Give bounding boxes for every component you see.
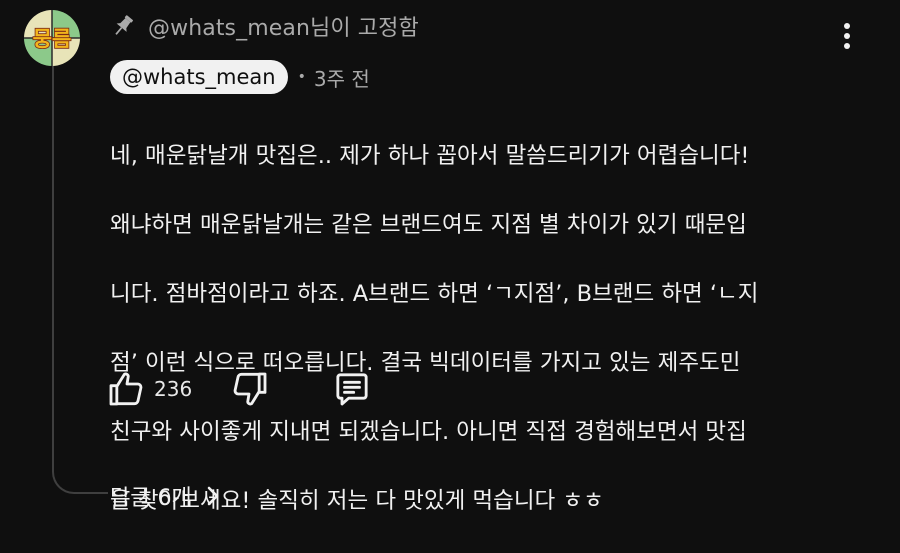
chevron-right-icon bbox=[207, 486, 219, 506]
pin-icon bbox=[115, 15, 133, 35]
avatar[interactable]: 뭉름 bbox=[24, 10, 80, 66]
comment-line: 왜냐하면 매운닭날개는 같은 브랜드여도 지점 별 차이가 있기 때문입 bbox=[110, 211, 747, 238]
dislike-button[interactable] bbox=[230, 369, 270, 409]
view-replies-button[interactable]: 답글 6개 bbox=[110, 476, 222, 516]
thumbs-up-icon bbox=[109, 372, 143, 406]
replies-count-label: 답글 6개 bbox=[110, 486, 192, 511]
like-button[interactable] bbox=[106, 369, 146, 409]
author-chip[interactable]: @whats_mean bbox=[110, 60, 288, 94]
pinned-indicator: @whats_mean님이 고정함 bbox=[110, 10, 419, 42]
comment-line: 네, 매운닭날개 맛집은.. 제가 하나 꼽아서 말씀드리기가 어렵습니다! bbox=[110, 142, 750, 169]
avatar-image: 뭉름 bbox=[24, 10, 80, 66]
like-count: 236 bbox=[154, 377, 193, 401]
reply-comment-icon bbox=[336, 373, 368, 406]
comment-line: 친구와 사이좋게 지내면 되겠습니다. 아니면 직접 경험해보면서 맛집 bbox=[110, 418, 747, 445]
more-vertical-icon bbox=[844, 23, 850, 49]
thread-line bbox=[52, 64, 108, 494]
comment-actions: 236 bbox=[106, 368, 372, 410]
thumbs-down-icon bbox=[233, 372, 267, 406]
comment-timestamp[interactable]: 3주 전 bbox=[314, 63, 370, 92]
comment-line: 니다. 점바점이라고 하죠. A브랜드 하면 ‘ㄱ지점’, B브랜드 하면 ‘ㄴ… bbox=[110, 280, 759, 307]
meta-separator: • bbox=[297, 69, 306, 85]
more-options-button[interactable] bbox=[830, 18, 864, 54]
comment-meta: @whats_mean • 3주 전 bbox=[110, 60, 370, 94]
reply-button[interactable] bbox=[332, 369, 372, 409]
pinned-text: @whats_mean님이 고정함 bbox=[148, 16, 419, 41]
avatar-text: 뭉름 bbox=[33, 27, 72, 51]
